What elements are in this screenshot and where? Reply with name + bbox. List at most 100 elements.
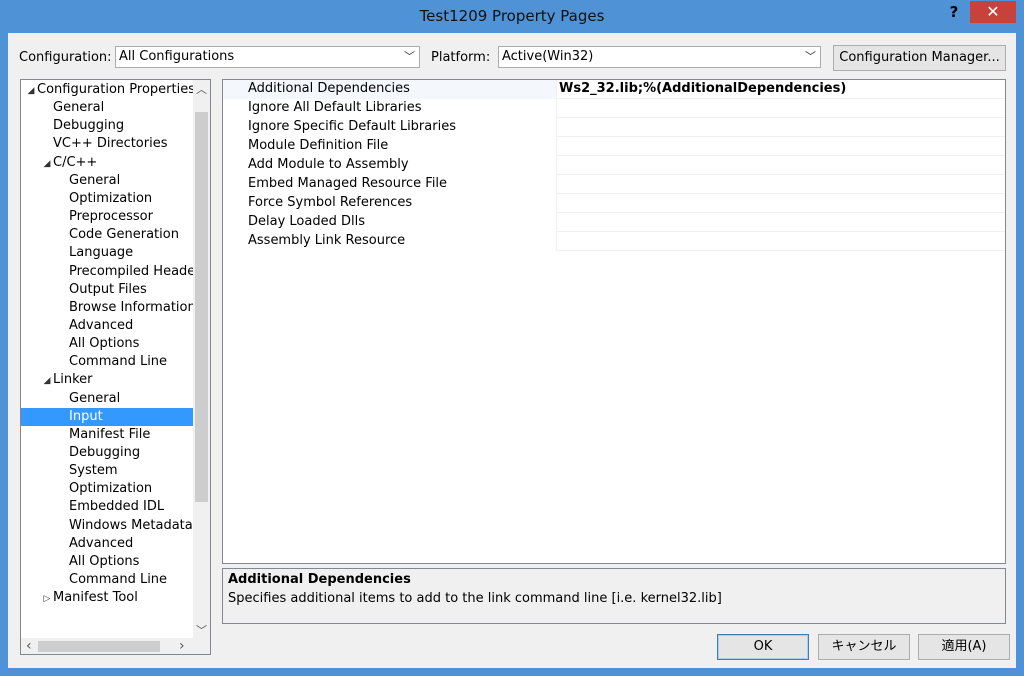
property-name[interactable]: Assembly Link Resource xyxy=(223,232,557,251)
scroll-up-icon[interactable]: ︿ xyxy=(196,81,207,97)
property-row[interactable]: Force Symbol References xyxy=(223,194,1005,213)
expanded-triangle-icon[interactable]: ◢ xyxy=(25,82,37,99)
tree-item[interactable]: Debugging xyxy=(21,444,193,462)
expanded-triangle-icon[interactable]: ◢ xyxy=(41,372,53,389)
tree-item[interactable]: Code Generation xyxy=(21,226,193,244)
tree-item[interactable]: Optimization xyxy=(21,190,193,208)
tree-item[interactable]: ◢ Configuration Properties xyxy=(21,81,193,99)
tree-item-label: Browse Information xyxy=(69,299,193,315)
tree-vertical-scrollbar[interactable]: ︿ ﹀ xyxy=(193,80,210,638)
property-name[interactable]: Force Symbol References xyxy=(223,194,557,213)
tree-item[interactable]: ◢ C/C++ xyxy=(21,154,193,172)
tree-item[interactable]: Output Files xyxy=(21,281,193,299)
dialog-client-area: Configuration: All Configurations ﹀ Plat… xyxy=(8,33,1016,668)
tree-item-label: Manifest Tool xyxy=(53,590,138,606)
tree-item[interactable]: Manifest File xyxy=(21,426,193,444)
expanded-triangle-icon[interactable]: ◢ xyxy=(41,155,53,172)
configuration-dropdown[interactable]: All Configurations ﹀ xyxy=(115,46,420,68)
scroll-left-icon[interactable]: ‹ xyxy=(26,638,32,654)
tree-item-label: VC++ Directories xyxy=(53,136,168,152)
tree-item[interactable]: Browse Information xyxy=(21,299,193,317)
tree-item-label: General xyxy=(69,172,121,188)
ok-button[interactable]: OK xyxy=(717,634,809,660)
property-row[interactable]: Delay Loaded Dlls xyxy=(223,213,1005,232)
tree-item-label: Command Line xyxy=(69,572,168,588)
configuration-manager-button[interactable]: Configuration Manager... xyxy=(833,45,1006,71)
tree-item[interactable]: All Options xyxy=(21,553,193,571)
tree-item-label: Code Generation xyxy=(69,227,179,243)
tree-item-label: Language xyxy=(69,245,134,261)
tree-item[interactable]: ▷ Manifest Tool xyxy=(21,589,193,607)
tree-horizontal-scrollbar[interactable]: ‹ › xyxy=(21,638,210,654)
property-name[interactable]: Ignore All Default Libraries xyxy=(223,99,557,118)
property-grid[interactable]: Additional Dependencies Ws2_32.lib;%(Addi… xyxy=(222,79,1006,564)
property-row[interactable]: Ignore Specific Default Libraries xyxy=(223,118,1005,137)
tree-item[interactable]: Preprocessor xyxy=(21,208,193,226)
tree-item[interactable]: Optimization xyxy=(21,480,193,498)
property-row[interactable]: Ignore All Default Libraries xyxy=(223,99,1005,118)
description-text: Specifies additional items to add to the… xyxy=(228,591,722,606)
tree-item-label: Precompiled Headers xyxy=(69,263,193,279)
tree-item[interactable]: Command Line xyxy=(21,353,193,371)
apply-button[interactable]: 適用(A) xyxy=(918,634,1010,660)
tree-item-label: Optimization xyxy=(69,190,153,206)
property-name[interactable]: Additional Dependencies xyxy=(223,80,557,99)
tree-item-label: Preprocessor xyxy=(69,209,153,225)
property-tree[interactable]: ◢ Configuration Properties General Debuggin… xyxy=(20,79,211,655)
property-row[interactable]: Embed Managed Resource File xyxy=(223,175,1005,194)
tree-item-label: Command Line xyxy=(69,354,168,370)
scroll-right-icon[interactable]: › xyxy=(179,638,185,654)
tree-vertical-scroll-thumb[interactable] xyxy=(195,112,208,502)
title-bar[interactable]: Test1209 Property Pages ? ✕ xyxy=(0,0,1024,33)
tree-item-label: Configuration Properties xyxy=(37,82,193,97)
tree-item-label: Output Files xyxy=(69,281,147,297)
tree-item-label: All Options xyxy=(69,553,140,569)
property-row[interactable]: Additional Dependencies Ws2_32.lib;%(Addi… xyxy=(223,80,1005,99)
platform-dropdown[interactable]: Active(Win32) ﹀ xyxy=(498,46,821,68)
tree-item-label: Debugging xyxy=(69,445,141,460)
tree-item-label: Linker xyxy=(53,372,93,388)
close-button[interactable]: ✕ xyxy=(970,1,1016,23)
description-panel: Additional Dependencies Specifies additi… xyxy=(222,568,1006,624)
tree-item[interactable]: Command Line xyxy=(21,571,193,589)
tree-item[interactable]: Windows Metadata xyxy=(21,517,193,535)
tree-horizontal-scroll-thumb[interactable] xyxy=(38,641,160,652)
tree-item[interactable]: ◢ Linker xyxy=(21,371,193,389)
tree-item[interactable]: General xyxy=(21,172,193,190)
tree-item-label: Embedded IDL xyxy=(69,499,165,515)
tree-item-selected[interactable]: Input xyxy=(21,407,193,426)
tree-item[interactable]: Advanced xyxy=(21,535,193,553)
tree-item[interactable]: General xyxy=(21,99,193,117)
property-name[interactable]: Ignore Specific Default Libraries xyxy=(223,118,557,137)
property-name[interactable]: Embed Managed Resource File xyxy=(223,175,557,194)
tree-item[interactable]: All Options xyxy=(21,335,193,353)
property-row[interactable]: Module Definition File xyxy=(223,137,1005,156)
scroll-down-icon[interactable]: ﹀ xyxy=(196,622,207,638)
property-row[interactable]: Assembly Link Resource xyxy=(223,232,1005,251)
tree-item-label: C/C++ xyxy=(53,154,98,170)
help-icon[interactable]: ? xyxy=(944,3,964,23)
tree-item-label: Debugging xyxy=(53,118,125,134)
property-name[interactable]: Delay Loaded Dlls xyxy=(223,213,557,232)
tree-item[interactable]: General xyxy=(21,390,193,408)
property-name[interactable]: Module Definition File xyxy=(223,137,557,156)
tree-item[interactable]: System xyxy=(21,462,193,480)
tree-item-label: General xyxy=(53,100,105,116)
collapsed-triangle-icon[interactable]: ▷ xyxy=(41,590,53,607)
tree-item-label: Input xyxy=(69,408,103,424)
tree-item[interactable]: Embedded IDL xyxy=(21,498,193,516)
cancel-button[interactable]: キャンセル xyxy=(818,634,910,660)
property-value[interactable]: Ws2_32.lib;%(AdditionalDependencies) xyxy=(559,80,846,99)
tree-item[interactable]: Precompiled Headers xyxy=(21,263,193,281)
tree-item[interactable]: Advanced xyxy=(21,317,193,335)
chevron-down-icon: ﹀ xyxy=(805,50,816,63)
property-name[interactable]: Add Module to Assembly xyxy=(223,156,557,175)
tree-item-label: General xyxy=(69,390,121,406)
tree-item[interactable]: VC++ Directories xyxy=(21,135,193,153)
window-title: Test1209 Property Pages xyxy=(419,7,605,25)
tree-item[interactable]: Debugging xyxy=(21,117,193,135)
chevron-down-icon: ﹀ xyxy=(404,50,415,63)
tree-item[interactable]: Language xyxy=(21,244,193,262)
property-row[interactable]: Add Module to Assembly xyxy=(223,156,1005,175)
tree-item-label: Manifest File xyxy=(69,426,151,442)
